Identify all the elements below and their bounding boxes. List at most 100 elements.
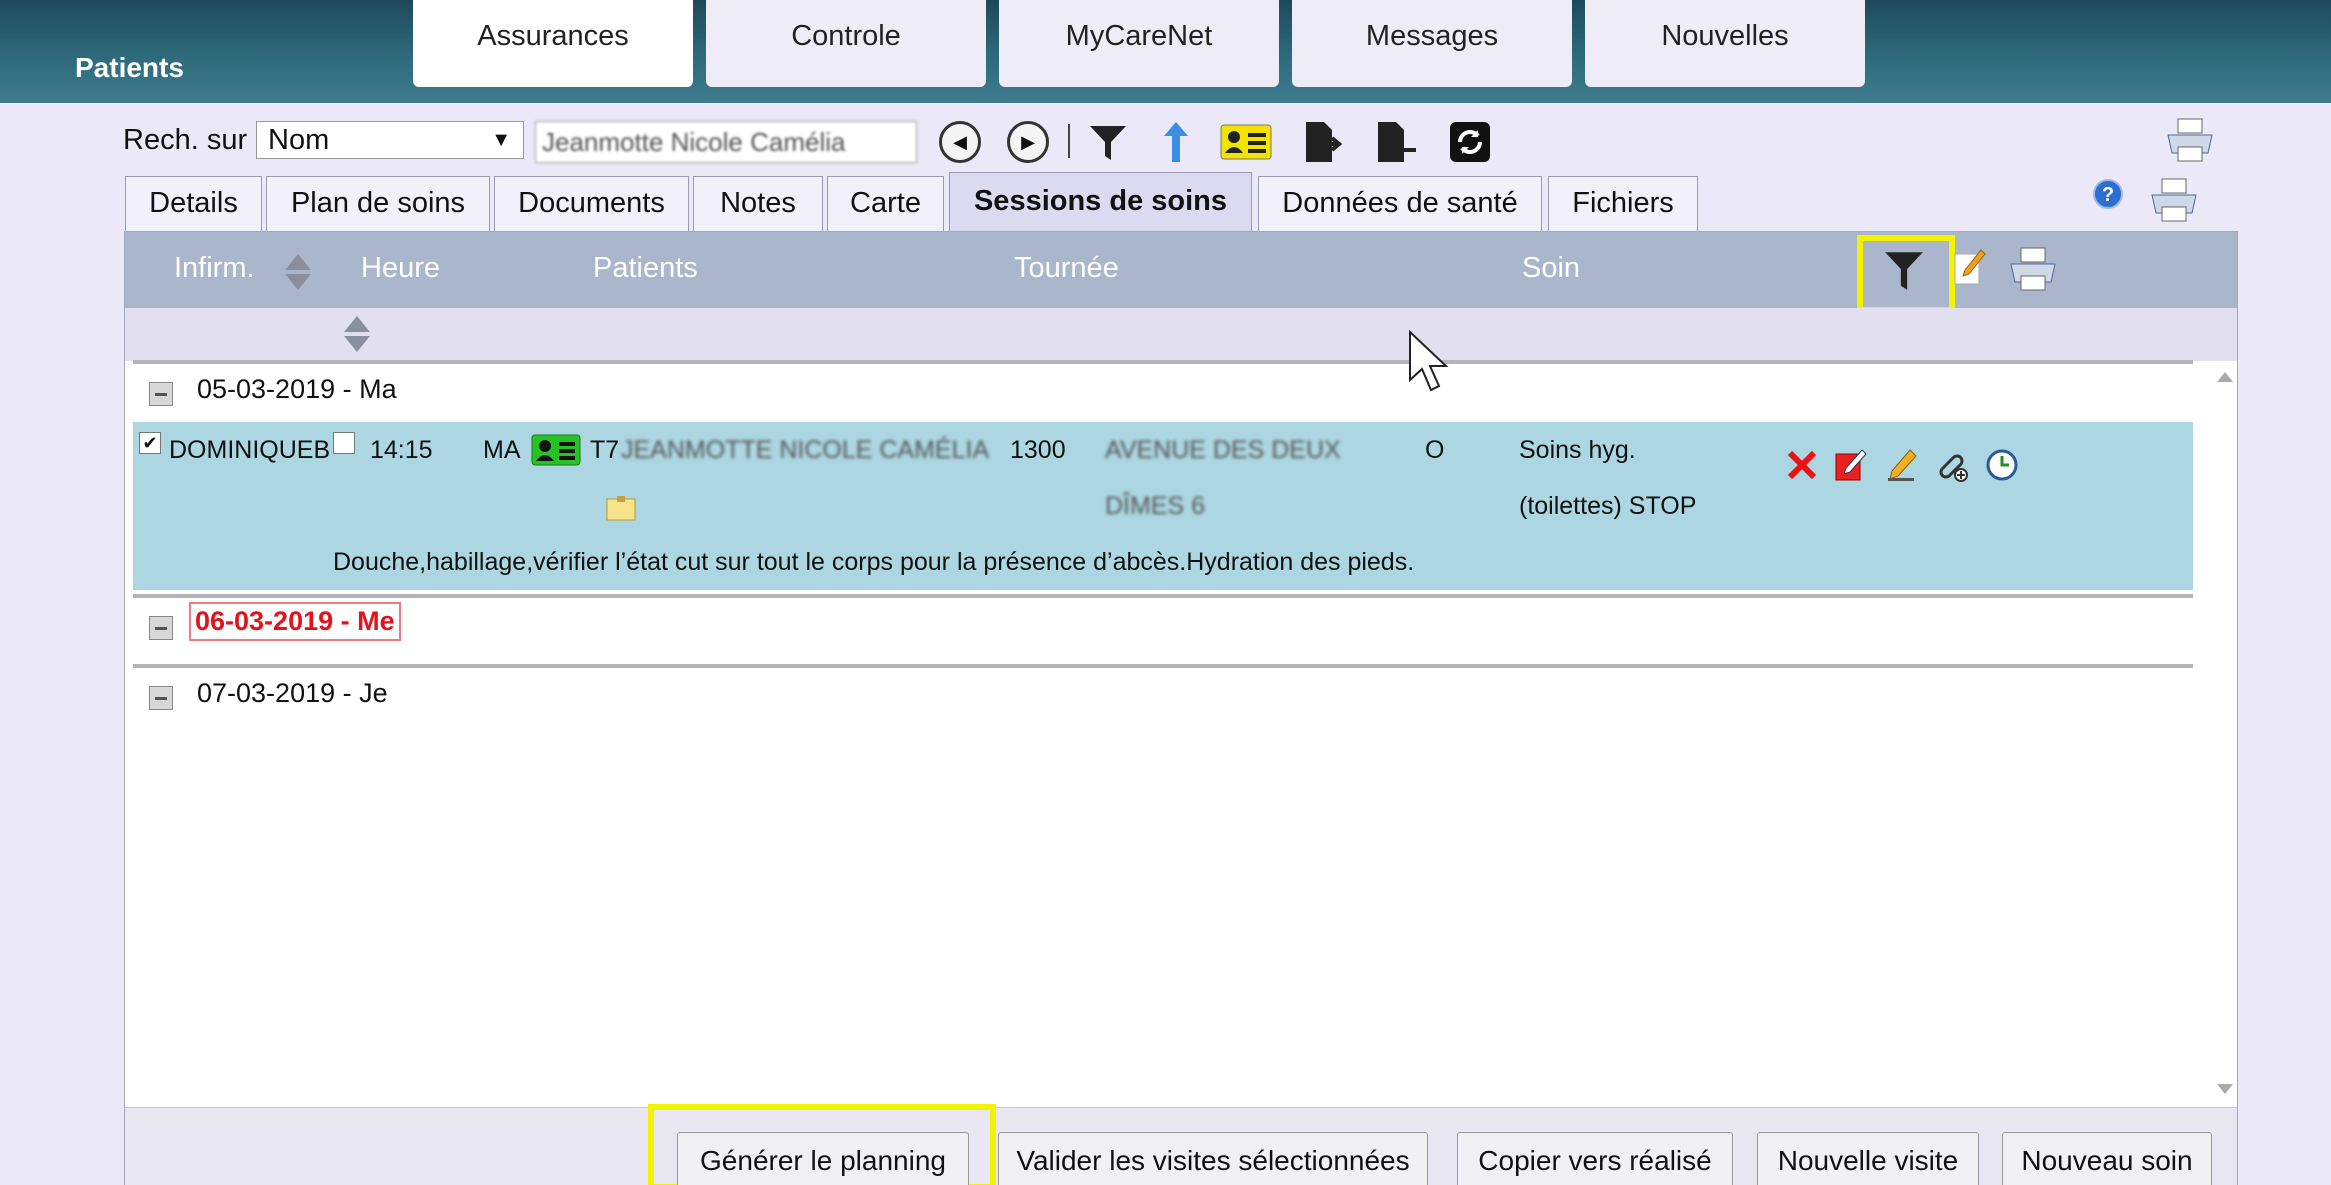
scroll-up-icon[interactable] bbox=[2217, 372, 2233, 382]
edit-visit-button[interactable] bbox=[1883, 446, 1921, 484]
previous-button[interactable]: ◀ bbox=[934, 116, 986, 168]
table-header: Infirm. Heure Patients Tournée Soin bbox=[125, 232, 2237, 313]
arrow-left-icon: ◀ bbox=[939, 121, 981, 163]
new-care-button[interactable]: Nouveau soin bbox=[2002, 1132, 2212, 1185]
tab-plan-de-soins[interactable]: Plan de soins bbox=[266, 176, 490, 231]
sessions-panel: Infirm. Heure Patients Tournée Soin 05-0… bbox=[124, 231, 2238, 1185]
tab-messages[interactable]: Messages bbox=[1292, 0, 1572, 87]
print-sessions-button[interactable] bbox=[2007, 246, 2059, 297]
scroll-down-icon[interactable] bbox=[2217, 1084, 2233, 1094]
column-time[interactable]: Heure bbox=[361, 252, 440, 285]
tab-nouvelles[interactable]: Nouvelles bbox=[1585, 0, 1865, 87]
visit-time-button[interactable] bbox=[1983, 446, 2021, 484]
id-card-icon bbox=[1220, 124, 1272, 160]
tab-details[interactable]: Details bbox=[125, 176, 262, 231]
edit-note-button[interactable] bbox=[1832, 446, 1870, 484]
tab-mycarenet[interactable]: MyCareNet bbox=[999, 0, 1279, 87]
visit-address-line2: DÎMES 6 bbox=[1105, 492, 1206, 520]
tab-controle[interactable]: Controle bbox=[706, 0, 986, 87]
patient-card-button[interactable] bbox=[1220, 116, 1272, 168]
link-add-icon bbox=[1939, 454, 1968, 482]
column-nurse[interactable]: Infirm. bbox=[174, 252, 255, 285]
chevron-down-icon: ▼ bbox=[491, 129, 511, 151]
import-in-button[interactable] bbox=[1370, 116, 1422, 168]
nurse-checkbox[interactable] bbox=[333, 432, 355, 454]
pencil-icon bbox=[1888, 449, 1917, 481]
visit-address-line1: AVENUE DES DEUX bbox=[1105, 436, 1341, 464]
date-group-row[interactable]: 07-03-2019 - Je bbox=[133, 664, 2193, 724]
next-button[interactable]: ▶ bbox=[1002, 116, 1054, 168]
edit-note-icon bbox=[1835, 449, 1867, 481]
visit-checkbox[interactable]: ✔ bbox=[139, 432, 161, 454]
printer-icon bbox=[2010, 247, 2056, 291]
app-brand: Patients bbox=[75, 52, 184, 83]
column-filter-button[interactable] bbox=[1883, 248, 1925, 297]
visit-time: 14:15 bbox=[370, 436, 433, 464]
collapse-icon[interactable] bbox=[149, 686, 173, 710]
refresh-icon bbox=[1450, 122, 1490, 162]
visit-row[interactable]: ✔ DOMINIQUEB 14:15 MA T7 JEANMOTTE NICOL… bbox=[133, 422, 2193, 590]
tab-notes[interactable]: Notes bbox=[693, 176, 823, 231]
file-export-icon bbox=[1306, 122, 1342, 162]
tab-sessions-de-soins[interactable]: Sessions de soins bbox=[949, 172, 1252, 232]
funnel-icon bbox=[1885, 252, 1923, 290]
tab-fichiers[interactable]: Fichiers bbox=[1548, 176, 1698, 231]
visit-period: MA bbox=[483, 436, 521, 464]
note-icon[interactable] bbox=[605, 496, 637, 527]
arrow-right-icon: ▶ bbox=[1007, 121, 1049, 163]
mouse-cursor-icon bbox=[1409, 330, 1449, 392]
collapse-icon[interactable] bbox=[149, 382, 173, 406]
visit-note: Douche,habillage,vérifier l’état cut sur… bbox=[333, 548, 1415, 576]
date-group-row[interactable]: 06-03-2019 - Me bbox=[133, 594, 2193, 654]
filter-button[interactable] bbox=[1082, 116, 1134, 168]
clock-icon bbox=[1986, 449, 2018, 481]
visit-postcode: 1300 bbox=[1010, 436, 1066, 464]
tab-donnees-de-sante[interactable]: Données de santé bbox=[1258, 176, 1542, 231]
search-label: Rech. sur bbox=[123, 124, 248, 156]
copy-to-realised-button[interactable]: Copier vers réalisé bbox=[1457, 1132, 1733, 1185]
tab-carte[interactable]: Carte bbox=[827, 176, 944, 231]
help-icon: ? bbox=[2093, 179, 2123, 209]
date-group-row[interactable]: 05-03-2019 - Ma bbox=[133, 360, 2193, 420]
search-field-select[interactable]: Nom ▼ bbox=[256, 121, 524, 159]
top-bar: Patients Assurances Controle MyCareNet M… bbox=[0, 0, 2331, 103]
svg-text:?: ? bbox=[2102, 184, 2114, 206]
table-subheader bbox=[125, 308, 2237, 361]
search-input[interactable] bbox=[535, 121, 917, 163]
column-round[interactable]: Tournée bbox=[1014, 252, 1119, 285]
visit-care-line1: Soins hyg. bbox=[1519, 436, 1636, 464]
help-button[interactable]: ? bbox=[2082, 168, 2134, 220]
visit-patient[interactable]: JEANMOTTE NICOLE CAMÉLIA bbox=[621, 436, 989, 465]
search-field-value: Nom bbox=[268, 124, 330, 156]
refresh-button[interactable] bbox=[1444, 116, 1496, 168]
collapse-icon[interactable] bbox=[149, 616, 173, 640]
validate-visits-button[interactable]: Valider les visites sélectionnées bbox=[998, 1132, 1428, 1185]
toolbar-divider bbox=[1068, 124, 1070, 158]
export-up-button[interactable] bbox=[1150, 116, 1202, 168]
generate-planning-button[interactable]: Générer le planning bbox=[677, 1132, 969, 1185]
tab-documents[interactable]: Documents bbox=[494, 176, 689, 231]
print-list-button[interactable] bbox=[2148, 174, 2200, 226]
export-out-button[interactable] bbox=[1296, 116, 1348, 168]
file-import-icon bbox=[1378, 122, 1416, 162]
sort-nurse-icon[interactable] bbox=[283, 252, 313, 292]
visit-care-line2: (toilettes) STOP bbox=[1519, 492, 1697, 520]
tab-assurances[interactable]: Assurances bbox=[413, 0, 693, 87]
print-button[interactable] bbox=[2164, 114, 2216, 166]
printer-icon bbox=[2167, 118, 2213, 162]
new-visit-button[interactable]: Nouvelle visite bbox=[1757, 1132, 1979, 1185]
sort-time-icon[interactable] bbox=[342, 314, 372, 354]
column-patients[interactable]: Patients bbox=[593, 252, 698, 285]
printer-icon bbox=[2151, 178, 2197, 222]
pencil-icon bbox=[1954, 249, 1986, 285]
funnel-icon bbox=[1090, 126, 1126, 160]
edit-all-button[interactable] bbox=[1953, 246, 1987, 291]
column-care[interactable]: Soin bbox=[1522, 252, 1580, 285]
link-visit-button[interactable] bbox=[1933, 446, 1971, 484]
patient-card-icon[interactable] bbox=[531, 434, 581, 471]
delete-visit-button[interactable] bbox=[1783, 446, 1821, 484]
date-label-today: 06-03-2019 - Me bbox=[189, 602, 401, 641]
visit-nurse: DOMINIQUEB bbox=[169, 436, 331, 464]
visit-flag: O bbox=[1425, 436, 1445, 464]
patient-prefix: T7 bbox=[590, 436, 620, 464]
